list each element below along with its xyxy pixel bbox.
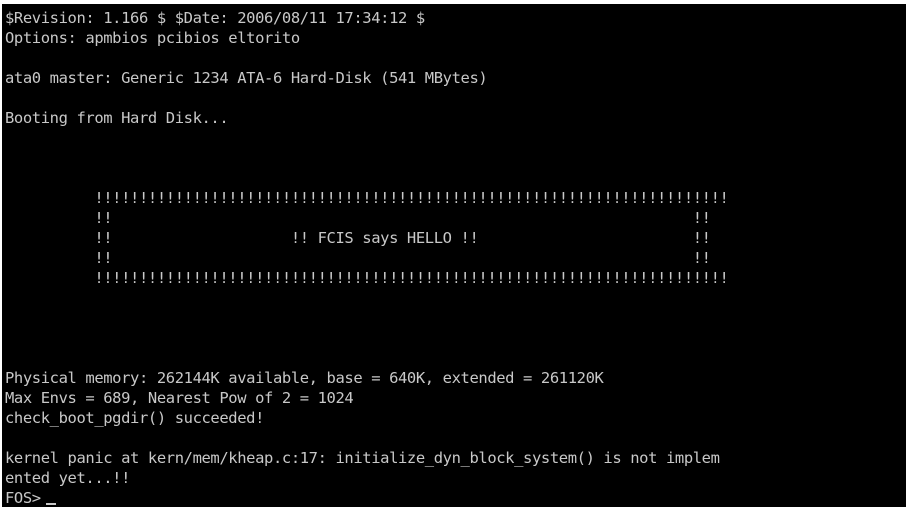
prompt-label: FOS> <box>5 489 41 507</box>
max-envs-line: Max Envs = 689, Nearest Pow of 2 = 1024 <box>5 389 354 407</box>
physical-memory-line: Physical memory: 262144K available, base… <box>5 369 604 387</box>
text-cursor <box>45 503 56 505</box>
banner-bottom-border: !!!!!!!!!!!!!!!!!!!!!!!!!!!!!!!!!!!!!!!!… <box>5 269 729 287</box>
banner-side-border: !! !! <box>5 209 711 227</box>
kernel-panic-continuation: ented yet...!! <box>5 469 131 487</box>
banner-top-border: !!!!!!!!!!!!!!!!!!!!!!!!!!!!!!!!!!!!!!!!… <box>5 189 729 207</box>
kernel-panic-line: kernel panic at kern/mem/kheap.c:17: ini… <box>5 449 720 467</box>
banner-hello-line: !! !! FCIS says HELLO !! !! <box>5 229 711 247</box>
command-prompt[interactable]: FOS> <box>5 488 56 507</box>
check-boot-line: check_boot_pgdir() succeeded! <box>5 409 265 427</box>
options-line: Options: apmbios pcibios eltorito <box>5 29 300 47</box>
booting-line: Booting from Hard Disk... <box>5 109 229 127</box>
ata0-line: ata0 master: Generic 1234 ATA-6 Hard-Dis… <box>5 69 488 87</box>
banner-side-border: !! !! <box>5 249 711 267</box>
terminal-screen[interactable]: $Revision: 1.166 $ $Date: 2006/08/11 17:… <box>2 4 906 507</box>
revision-line: $Revision: 1.166 $ $Date: 2006/08/11 17:… <box>5 9 425 27</box>
